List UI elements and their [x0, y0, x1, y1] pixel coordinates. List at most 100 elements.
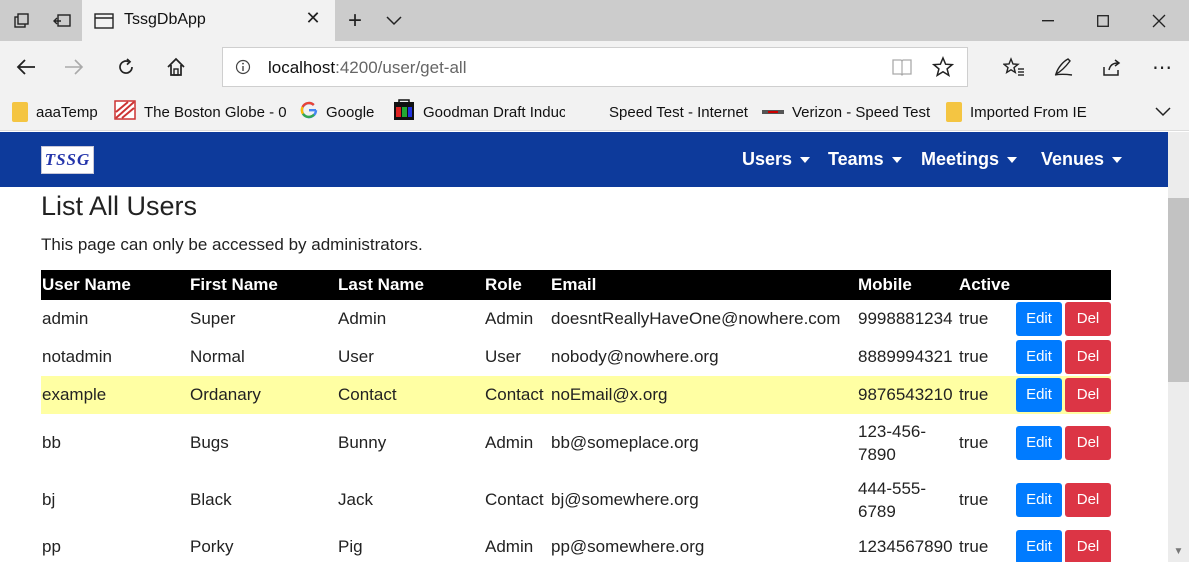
- favorite-item[interactable]: Speed Test - Internet: [609, 93, 754, 131]
- delete-button[interactable]: Del: [1065, 425, 1111, 460]
- favorites-overflow-chevron-icon[interactable]: [1152, 93, 1174, 131]
- cell-last-name: Jack: [338, 489, 373, 509]
- col-header-active: Active: [958, 270, 1015, 300]
- table-row[interactable]: admin Super Admin Admin doesntReallyHave…: [41, 300, 1111, 338]
- menu-label: Venues: [1041, 149, 1105, 169]
- share-icon[interactable]: [1090, 41, 1134, 93]
- menu-venues[interactable]: Venues: [1041, 132, 1123, 187]
- minimize-icon[interactable]: [1025, 0, 1071, 41]
- url-path: :4200/user/get-all: [335, 58, 467, 77]
- close-window-icon[interactable]: [1136, 0, 1182, 41]
- favorite-label: Google: [326, 103, 375, 121]
- info-icon[interactable]: [235, 59, 251, 80]
- new-tab-icon[interactable]: +: [343, 0, 367, 41]
- back-icon[interactable]: [4, 41, 48, 93]
- edit-button[interactable]: Edit: [1016, 530, 1062, 562]
- cell-mobile: 9876543210: [857, 376, 958, 414]
- cell-last-name: Contact: [337, 376, 484, 414]
- col-header-actions: [1015, 270, 1111, 300]
- cell-email: noEmail@x.org: [550, 376, 857, 414]
- cell-role: Admin: [485, 309, 534, 328]
- edit-button[interactable]: Edit: [1016, 482, 1062, 517]
- url-host: localhost: [268, 58, 336, 77]
- reading-view-icon[interactable]: [892, 58, 912, 81]
- menu-label: Users: [742, 149, 793, 169]
- url-text: localhost:4200/user/get-all: [268, 58, 466, 78]
- cell-mobile: 123-456-7890: [858, 421, 927, 464]
- cell-actions: Edit Del: [1015, 338, 1111, 376]
- cell-first-name: Super: [190, 309, 236, 328]
- cell-first-name: Ordanary: [189, 376, 337, 414]
- cell-mobile: 9998881234: [858, 309, 953, 328]
- maximize-icon[interactable]: [1080, 0, 1126, 41]
- caret-down-icon: [1112, 156, 1123, 163]
- more-options-icon[interactable]: ⋯: [1140, 41, 1184, 93]
- cell-first-name: Porky: [190, 537, 234, 556]
- favorites-bar: aaaTemp The Boston Globe - 0 Google Good…: [0, 93, 1189, 131]
- edit-button[interactable]: Edit: [1016, 302, 1062, 336]
- favorite-item[interactable]: Imported From IE: [946, 93, 1096, 131]
- delete-button[interactable]: Del: [1065, 340, 1111, 374]
- cell-active: true: [959, 432, 989, 452]
- table-row[interactable]: notadmin Normal User User nobody@nowhere…: [41, 338, 1111, 376]
- caret-down-icon: [891, 156, 902, 163]
- tab-actions-icon[interactable]: [8, 0, 36, 41]
- favorite-item[interactable]: aaaTemp: [12, 93, 107, 131]
- cell-active: true: [958, 376, 1015, 414]
- cell-first-name: Bugs: [190, 432, 229, 452]
- users-table: User Name First Name Last Name Role Emai…: [41, 270, 1111, 562]
- cell-actions: Edit Del: [1015, 376, 1111, 414]
- delete-button[interactable]: Del: [1065, 378, 1111, 412]
- table-row[interactable]: bj Black Jack Contact bj@somewhere.org 4…: [41, 471, 1111, 528]
- folder-icon: [12, 102, 28, 122]
- edit-button[interactable]: Edit: [1016, 378, 1062, 412]
- favorite-item[interactable]: The Boston Globe - 0: [114, 93, 289, 131]
- table-row[interactable]: bb Bugs Bunny Admin bb@someplace.org 123…: [41, 414, 1111, 471]
- delete-button[interactable]: Del: [1065, 482, 1111, 517]
- browser-tab[interactable]: TssgDbApp ✕: [82, 0, 335, 41]
- cell-active: true: [959, 537, 989, 556]
- cell-last-name: Bunny: [338, 432, 387, 452]
- web-note-pen-icon[interactable]: [1041, 41, 1085, 93]
- favorite-item[interactable]: Google: [300, 93, 385, 131]
- delete-button[interactable]: Del: [1065, 530, 1111, 562]
- favorite-item[interactable]: Goodman Draft Induc: [393, 93, 565, 131]
- menu-teams[interactable]: Teams: [828, 132, 902, 187]
- cell-user-name: pp: [42, 537, 61, 556]
- page-description: This page can only be accessed by admini…: [41, 235, 423, 254]
- verizon-icon: [762, 104, 784, 121]
- cell-first-name: Black: [190, 489, 232, 509]
- favorite-star-icon[interactable]: [931, 56, 955, 83]
- close-tab-icon[interactable]: ✕: [301, 8, 325, 29]
- col-header-user-name: User Name: [41, 270, 189, 300]
- cell-user-name: bb: [42, 432, 61, 452]
- favorites-hub-icon[interactable]: [992, 41, 1036, 93]
- table-row[interactable]: pp Porky Pig Admin pp@somewhere.org 1234…: [41, 528, 1111, 562]
- browser-toolbar: localhost:4200/user/get-all ⋯: [0, 41, 1189, 93]
- address-bar[interactable]: localhost:4200/user/get-all: [222, 47, 968, 87]
- col-header-mobile: Mobile: [857, 270, 958, 300]
- forward-icon[interactable]: [52, 41, 96, 93]
- cell-role: Admin: [485, 537, 534, 556]
- scroll-down-arrow-icon[interactable]: ▼: [1168, 541, 1189, 562]
- cell-last-name: User: [338, 347, 374, 366]
- refresh-icon[interactable]: [104, 41, 148, 93]
- menu-meetings[interactable]: Meetings: [921, 132, 1018, 187]
- set-tabs-aside-icon[interactable]: [48, 0, 76, 41]
- cell-role: Admin: [485, 432, 534, 452]
- edit-button[interactable]: Edit: [1016, 425, 1062, 460]
- page-icon: [94, 12, 114, 35]
- edit-button[interactable]: Edit: [1016, 340, 1062, 374]
- home-icon[interactable]: [154, 41, 198, 93]
- favorite-item[interactable]: Verizon - Speed Test: [762, 93, 934, 131]
- cell-last-name: Pig: [338, 537, 363, 556]
- tssg-logo[interactable]: TSSG: [41, 146, 94, 174]
- tab-preview-chevron-icon[interactable]: [381, 0, 407, 41]
- table-row-highlighted[interactable]: example Ordanary Contact Contact noEmail…: [41, 376, 1111, 414]
- delete-button[interactable]: Del: [1065, 302, 1111, 336]
- favorite-label: Imported From IE: [970, 103, 1087, 121]
- menu-users[interactable]: Users: [742, 132, 811, 187]
- scrollbar-thumb[interactable]: [1168, 198, 1189, 382]
- table-header-row: User Name First Name Last Name Role Emai…: [41, 270, 1111, 300]
- cell-active: true: [959, 347, 989, 366]
